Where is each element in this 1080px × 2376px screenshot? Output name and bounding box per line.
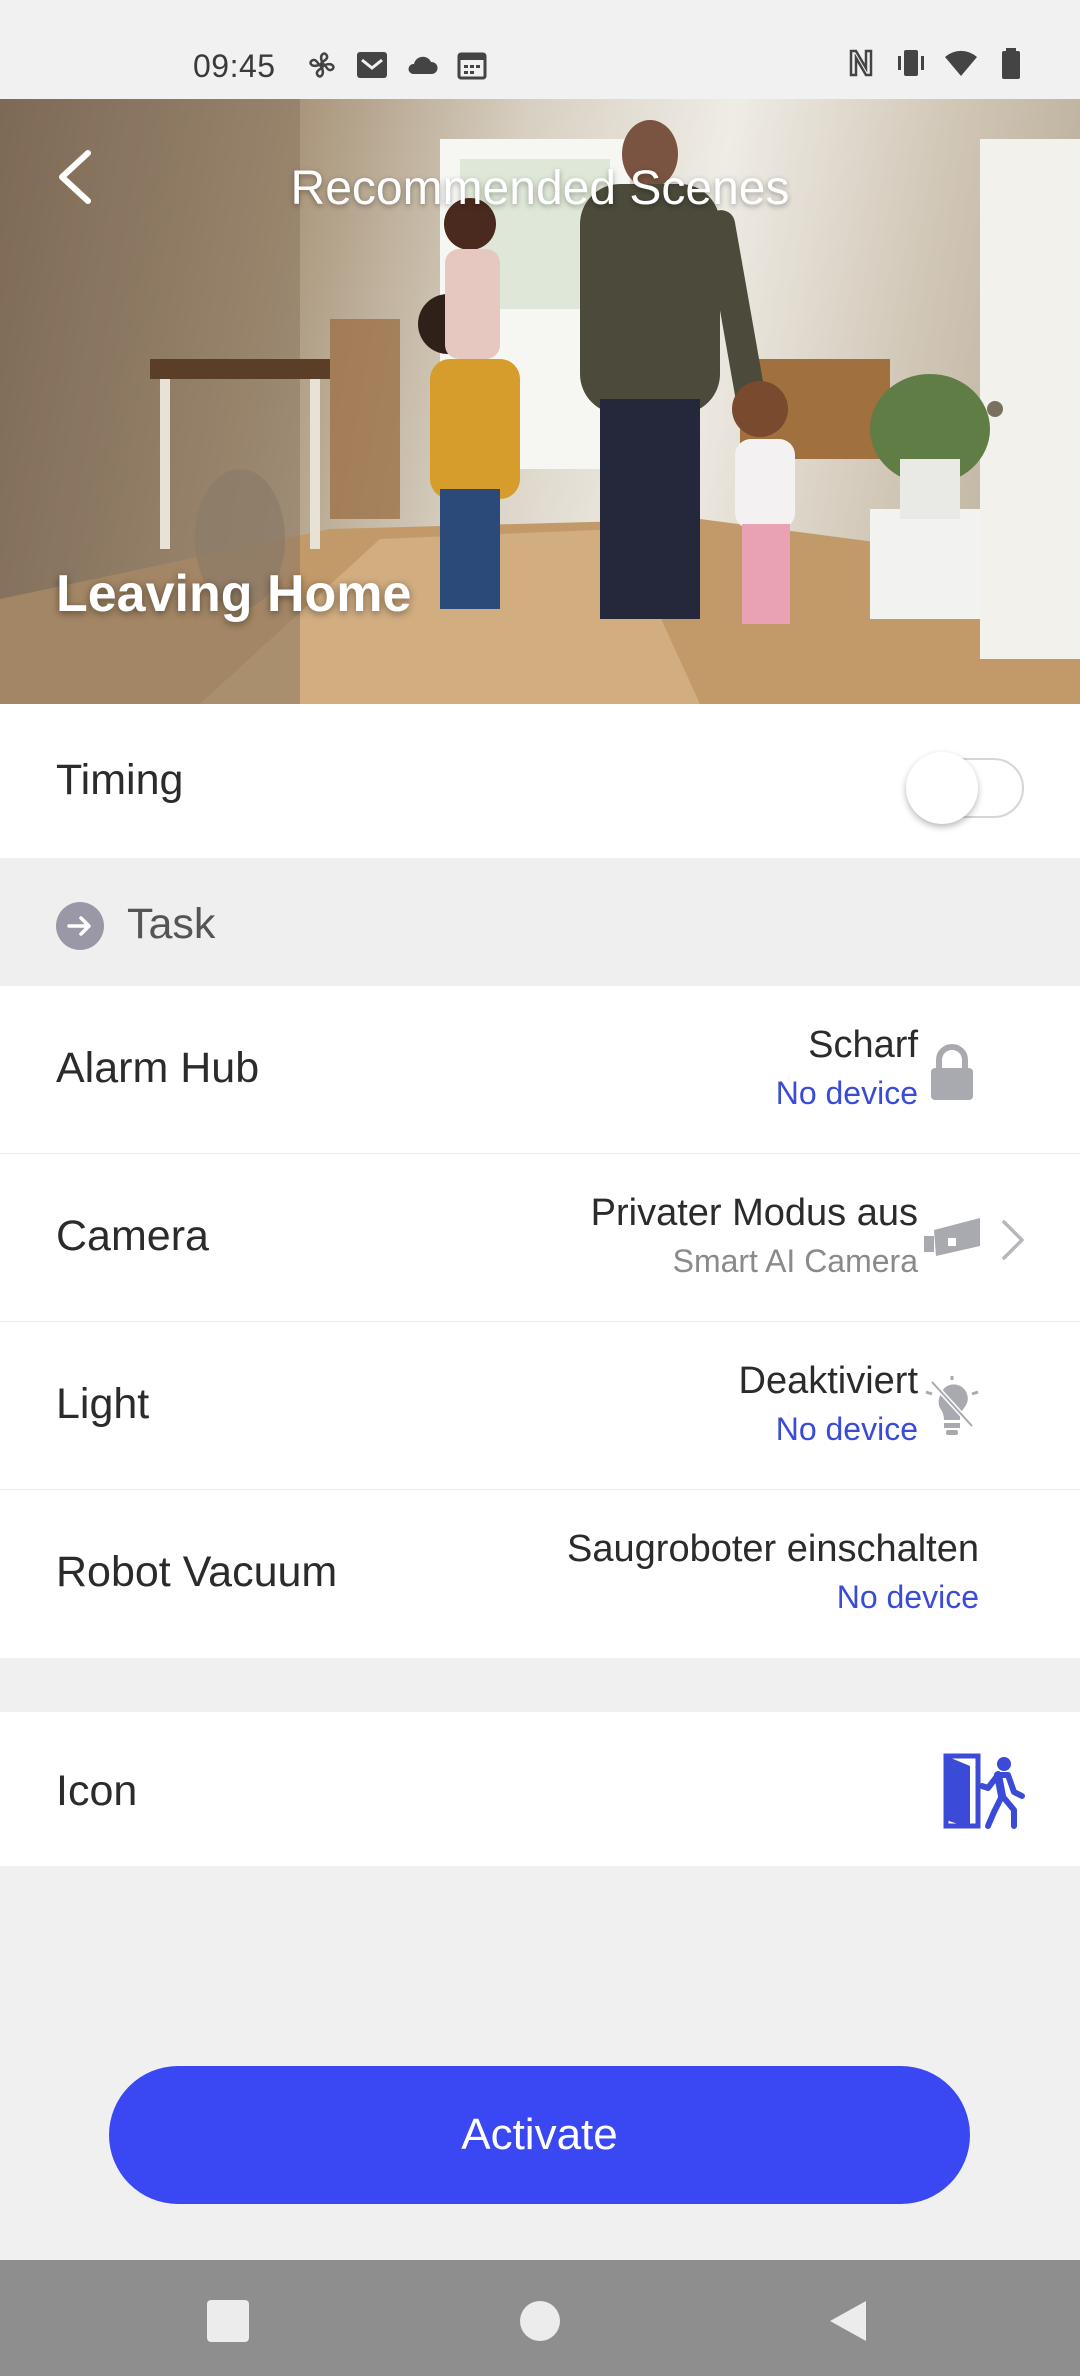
task-label: Light [56, 1380, 150, 1428]
status-icons-right [844, 46, 1028, 80]
no-device-link[interactable]: No device [567, 1579, 979, 1616]
lock-icon [931, 1044, 973, 1100]
hero-banner: Recommended Scenes Leaving Home [0, 99, 1080, 704]
timing-label: Timing [56, 756, 184, 804]
task-value: Privater Modus aus Smart AI Camera [591, 1192, 918, 1280]
scene-name: Leaving Home [56, 565, 412, 623]
arrow-right-circle-icon [56, 902, 104, 950]
nfc-icon [849, 49, 873, 77]
task-value-main: Privater Modus aus [590, 1192, 918, 1234]
mail-icon [357, 52, 387, 78]
task-value-main: Deaktiviert [738, 1360, 919, 1402]
back-triangle-icon[interactable] [826, 2298, 872, 2344]
home-circle-icon[interactable] [517, 2298, 563, 2344]
task-value: Scharf No device [776, 1024, 918, 1112]
task-value: Deaktiviert No device [739, 1360, 919, 1448]
light-off-icon [925, 1376, 979, 1435]
toggle-knob [906, 752, 978, 824]
task-value: Saugroboter einschalten No device [567, 1528, 979, 1616]
chevron-right-icon [1002, 1220, 1024, 1260]
wifi-icon [945, 50, 977, 76]
task-label: Alarm Hub [56, 1044, 260, 1092]
battery-icon [1002, 48, 1020, 79]
task-value-main: Saugroboter einschalten [567, 1528, 979, 1570]
task-list: Alarm Hub Scharf No device Camera Privat… [0, 986, 1080, 1658]
task-row-light[interactable]: Light Deaktiviert No device [0, 1322, 1080, 1490]
fan-icon [309, 52, 335, 78]
page-title: Recommended Scenes [290, 162, 790, 215]
status-icons-left [305, 48, 489, 82]
task-section-label: Task [127, 900, 216, 948]
leaving-home-icon [943, 1753, 1025, 1829]
task-row-camera[interactable]: Camera Privater Modus aus Smart AI Camer… [0, 1154, 1080, 1322]
status-bar: 09:45 [0, 0, 1080, 99]
icon-label: Icon [56, 1767, 138, 1815]
status-time: 09:45 [193, 48, 276, 84]
task-section-header: Task [0, 858, 1080, 986]
task-row-alarm-hub[interactable]: Alarm Hub Scharf No device [0, 986, 1080, 1154]
task-label: Robot Vacuum [56, 1548, 338, 1596]
timing-toggle[interactable] [906, 746, 1024, 824]
icon-row[interactable]: Icon [0, 1712, 1080, 1866]
cloud-icon [408, 56, 438, 74]
task-row-robot-vacuum[interactable]: Robot Vacuum Saugroboter einschalten No … [0, 1490, 1080, 1658]
device-name: Smart AI Camera [672, 1243, 918, 1279]
activate-button[interactable]: Activate [109, 2066, 970, 2204]
vibrate-icon [898, 50, 924, 76]
no-device-link[interactable]: No device [739, 1411, 918, 1448]
timing-row: Timing [0, 704, 1080, 858]
system-nav-bar [0, 2260, 1080, 2376]
calendar-icon [457, 52, 487, 80]
no-device-link[interactable]: No device [776, 1075, 918, 1112]
camera-icon [924, 1218, 980, 1256]
recents-square-icon[interactable] [205, 2298, 251, 2344]
task-value-main: Scharf [808, 1024, 918, 1066]
task-label: Camera [56, 1212, 209, 1260]
